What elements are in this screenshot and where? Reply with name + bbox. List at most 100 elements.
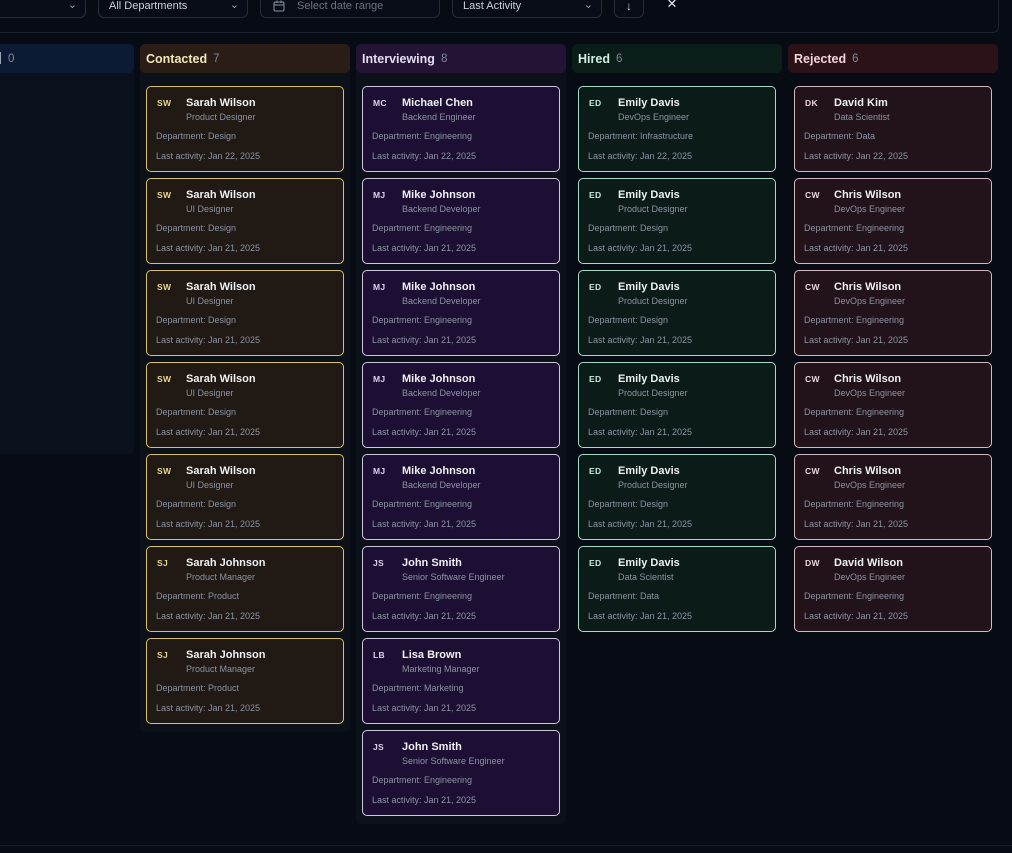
- candidate-card[interactable]: SW Sarah Wilson UI Designer Department: Des…: [146, 454, 344, 540]
- candidate-role: DevOps Engineer: [834, 296, 906, 306]
- avatar-initials: ED: [589, 374, 602, 384]
- avatar-initials: CW: [805, 282, 820, 292]
- sort-select[interactable]: Last Activity ⌄: [452, 0, 602, 18]
- column-header-rejected: Rejected 6: [788, 44, 998, 73]
- avatar-initials: MC: [373, 98, 387, 108]
- candidate-role: UI Designer: [186, 296, 234, 306]
- candidate-last-activity: Last activity: Jan 21, 2025: [372, 795, 477, 805]
- avatar-initials: SJ: [157, 558, 168, 568]
- candidate-last-activity: Last activity: Jan 21, 2025: [372, 703, 477, 713]
- candidate-department: Department: Design: [156, 499, 237, 509]
- column-count-interviewing: 8: [440, 52, 448, 65]
- candidate-card[interactable]: SJ Sarah Johnson Product Manager Department…: [146, 546, 344, 632]
- candidate-card[interactable]: CW Chris Wilson DevOps Engineer Department:…: [794, 178, 992, 264]
- candidate-department: Department: Engineering: [372, 131, 473, 141]
- candidate-department: Department: Engineering: [804, 499, 905, 509]
- candidate-name: Sarah Wilson: [186, 189, 256, 201]
- candidate-last-activity: Last activity: Jan 21, 2025: [804, 427, 909, 437]
- candidate-card[interactable]: MJ Mike Johnson Backend Developer Departmen…: [362, 270, 560, 356]
- status-filter-select[interactable]: ⌄: [0, 0, 86, 18]
- candidate-card[interactable]: ED Emily Davis Product Designer Department:…: [578, 270, 776, 356]
- candidate-last-activity: Last activity: Jan 21, 2025: [156, 335, 261, 345]
- avatar-initials: CW: [805, 466, 820, 476]
- candidate-name: Chris Wilson: [834, 373, 902, 385]
- date-range-picker[interactable]: Select date range: [260, 0, 440, 18]
- clear-filters-button[interactable]: ✕: [662, 0, 682, 16]
- candidate-card[interactable]: MC Michael Chen Backend Engineer Department…: [362, 86, 560, 172]
- candidate-department: Department: Data: [804, 131, 876, 141]
- avatar-initials: LB: [373, 650, 385, 660]
- avatar-initials: DW: [805, 558, 820, 568]
- candidate-card[interactable]: ED Emily Davis DevOps Engineer Department: …: [578, 86, 776, 172]
- candidate-department: Department: Design: [156, 407, 237, 417]
- candidate-name: Emily Davis: [618, 465, 680, 477]
- candidate-name: Emily Davis: [618, 97, 680, 109]
- column-title-rejected: Rejected: [794, 51, 847, 66]
- candidate-card[interactable]: SW Sarah Wilson Product Designer Department…: [146, 86, 344, 172]
- candidate-last-activity: Last activity: Jan 21, 2025: [588, 335, 693, 345]
- candidate-name: Lisa Brown: [402, 649, 462, 661]
- candidate-last-activity: Last activity: Jan 22, 2025: [156, 151, 261, 161]
- candidate-department: Department: Design: [156, 315, 237, 325]
- avatar-initials: SW: [157, 374, 172, 384]
- avatar-initials: SW: [157, 466, 172, 476]
- candidate-card[interactable]: ED Emily Davis Product Designer Department:…: [578, 454, 776, 540]
- candidate-card[interactable]: ED Emily Davis Product Designer Department:…: [578, 362, 776, 448]
- candidate-card[interactable]: SW Sarah Wilson UI Designer Department: Des…: [146, 270, 344, 356]
- calendar-icon: [273, 0, 285, 12]
- chevron-down-icon: ⌄: [229, 0, 239, 11]
- candidate-name: Chris Wilson: [834, 465, 902, 477]
- avatar-initials: ED: [589, 466, 602, 476]
- candidate-card[interactable]: JS John Smith Senior Software Engineer Depa…: [362, 546, 560, 632]
- avatar-initials: SW: [157, 98, 172, 108]
- candidate-role: Data Scientist: [834, 112, 890, 122]
- candidate-card[interactable]: CW Chris Wilson DevOps Engineer Department:…: [794, 270, 992, 356]
- candidate-department: Department: Engineering: [804, 407, 905, 417]
- close-icon: ✕: [666, 0, 678, 11]
- candidate-card[interactable]: SW Sarah Wilson UI Designer Department: Des…: [146, 178, 344, 264]
- candidate-name: Mike Johnson: [402, 189, 476, 201]
- candidate-department: Department: Engineering: [804, 223, 905, 233]
- department-filter-select[interactable]: All Departments ⌄: [98, 0, 248, 18]
- avatar-initials: ED: [589, 282, 602, 292]
- candidate-card[interactable]: CW Chris Wilson DevOps Engineer Department:…: [794, 362, 992, 448]
- candidate-card[interactable]: SW Sarah Wilson UI Designer Department: Des…: [146, 362, 344, 448]
- candidate-card[interactable]: SJ Sarah Johnson Product Manager Department…: [146, 638, 344, 724]
- sort-direction-button[interactable]: ↓: [614, 0, 644, 18]
- candidate-last-activity: Last activity: Jan 21, 2025: [156, 519, 261, 529]
- candidate-name: Chris Wilson: [834, 281, 902, 293]
- candidate-department: Department: Product: [156, 591, 240, 601]
- avatar-initials: SW: [157, 190, 172, 200]
- avatar-initials: ED: [589, 558, 602, 568]
- candidate-role: Product Designer: [618, 480, 688, 490]
- candidate-role: Backend Engineer: [402, 112, 476, 122]
- candidate-name: Michael Chen: [402, 97, 473, 109]
- candidate-card[interactable]: ED Emily Davis Product Designer Department:…: [578, 178, 776, 264]
- avatar-initials: JS: [373, 558, 384, 568]
- column-marker: [0, 52, 1, 64]
- candidate-card[interactable]: MJ Mike Johnson Backend Developer Departmen…: [362, 362, 560, 448]
- sort-value: Last Activity: [463, 0, 522, 12]
- candidate-card[interactable]: JS John Smith Senior Software Engineer Depa…: [362, 730, 560, 816]
- candidate-card[interactable]: DW David Wilson DevOps Engineer Department:…: [794, 546, 992, 632]
- candidate-department: Department: Engineering: [804, 591, 905, 601]
- avatar-initials: MJ: [373, 282, 386, 292]
- candidate-card[interactable]: MJ Mike Johnson Backend Developer Departmen…: [362, 454, 560, 540]
- candidate-role: DevOps Engineer: [834, 480, 906, 490]
- date-range-placeholder: Select date range: [297, 0, 384, 12]
- candidate-card[interactable]: MJ Mike Johnson Backend Developer Departmen…: [362, 178, 560, 264]
- candidate-card[interactable]: DK David Kim Data Scientist Department: Dat…: [794, 86, 992, 172]
- candidate-last-activity: Last activity: Jan 21, 2025: [156, 611, 261, 621]
- candidate-card[interactable]: CW Chris Wilson DevOps Engineer Department:…: [794, 454, 992, 540]
- candidate-last-activity: Last activity: Jan 21, 2025: [804, 335, 909, 345]
- candidate-card[interactable]: ED Emily Davis Data Scientist Department: D…: [578, 546, 776, 632]
- candidate-role: DevOps Engineer: [834, 388, 906, 398]
- column-count-new: 0: [8, 52, 15, 65]
- candidate-card[interactable]: LB Lisa Brown Marketing Manager Department:…: [362, 638, 560, 724]
- avatar-initials: MJ: [373, 466, 386, 476]
- candidate-name: Sarah Wilson: [186, 373, 256, 385]
- avatar-initials: SJ: [157, 650, 168, 660]
- avatar-initials: CW: [805, 374, 820, 384]
- candidate-department: Department: Design: [588, 407, 669, 417]
- avatar-initials: MJ: [373, 374, 386, 384]
